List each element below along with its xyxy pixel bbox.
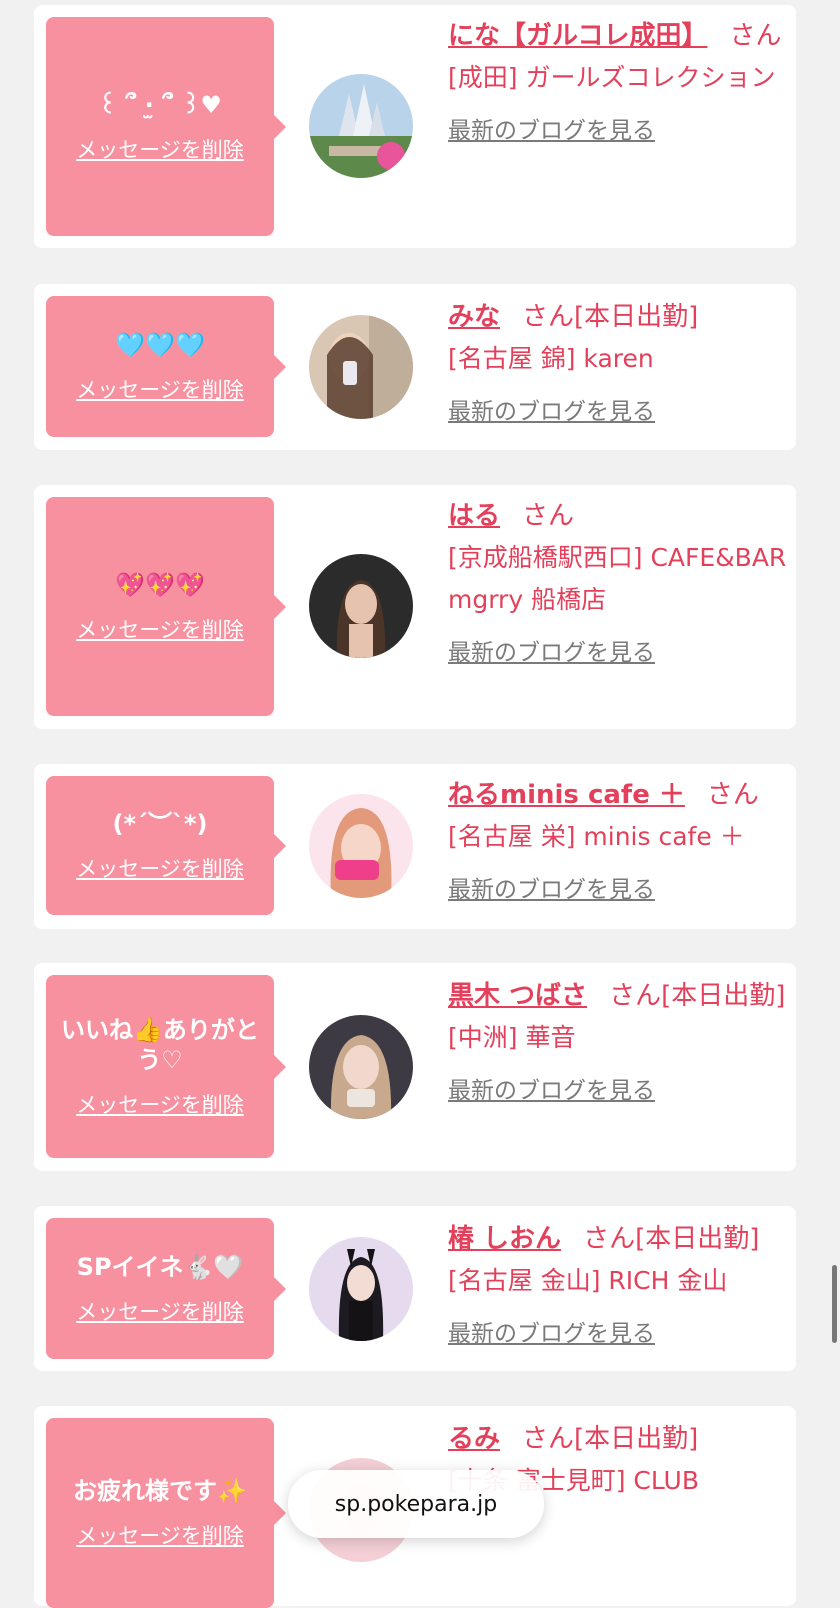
message-bubble: ꒰ ՞ ·̫ ՞ ꒱♥ メッセージを削除 [46, 17, 286, 236]
delete-message-link[interactable]: メッセージを削除 [76, 1296, 244, 1326]
message-card: 🩵🩵🩵 メッセージを削除 みな さん[本日出勤] [名古屋 錦] karen 最新… [34, 284, 796, 450]
delete-message-link[interactable]: メッセージを削除 [76, 853, 244, 883]
honorific: さん [609, 981, 662, 1011]
latest-blog-link[interactable]: 最新のブログを見る [448, 633, 655, 667]
cast-name-link[interactable]: みな [448, 302, 500, 332]
latest-blog-link[interactable]: 最新のブログを見る [448, 111, 655, 145]
message-text: ꒰ ՞ ·̫ ՞ ꒱♥ [98, 90, 222, 119]
message-bubble: SPイイネ🐇🤍 メッセージを削除 [46, 1218, 286, 1359]
message-text: (*´︶`*) [112, 809, 208, 838]
avatar[interactable] [309, 74, 413, 178]
status-badge: [本日出勤] [635, 1224, 760, 1254]
shop-name: [京成船橋駅西口] CAFE&BAR mgrry 船橋店 [448, 543, 787, 614]
cast-name-link[interactable]: るみ [448, 1424, 500, 1454]
cast-info: ねるminis cafe ＋ さん [名古屋 栄] minis cafe ＋ 最新… [448, 774, 788, 904]
honorific: さん [706, 780, 759, 810]
cast-name-link[interactable]: にな【ガルコレ成田】 [448, 21, 707, 51]
message-bubble: 🩵🩵🩵 メッセージを削除 [46, 296, 286, 437]
shop-name: [中洲] 華音 [448, 1023, 576, 1052]
delete-message-link[interactable]: メッセージを削除 [76, 374, 244, 404]
cast-name-link[interactable]: はる [448, 501, 500, 531]
message-text: 🩵🩵🩵 [115, 330, 205, 359]
message-card: 💖💖💖 メッセージを削除 はる さん [京成船橋駅西口] CAFE&BAR mgr… [34, 485, 796, 729]
url-text: sp.pokepara.jp [334, 1491, 498, 1517]
honorific: さん [522, 1424, 575, 1454]
shop-name: [名古屋 栄] minis cafe ＋ [448, 822, 745, 851]
avatar[interactable] [309, 794, 413, 898]
latest-blog-link[interactable]: 最新のブログを見る [448, 870, 655, 904]
latest-blog-link[interactable]: 最新のブログを見る [448, 1071, 655, 1105]
cast-info: はる さん [京成船橋駅西口] CAFE&BAR mgrry 船橋店 最新のブログ… [448, 495, 788, 667]
cast-info: 黒木 つばさ さん[本日出勤] [中洲] 華音 最新のブログを見る [448, 975, 788, 1105]
message-text: いいね👍ありがとう♡ [61, 1015, 259, 1074]
delete-message-link[interactable]: メッセージを削除 [76, 1520, 244, 1550]
honorific: さん [729, 21, 782, 51]
scrollbar[interactable] [832, 1265, 837, 1343]
delete-message-link[interactable]: メッセージを削除 [76, 134, 244, 164]
latest-blog-link[interactable]: 最新のブログを見る [448, 1314, 655, 1348]
message-bubble: 💖💖💖 メッセージを削除 [46, 497, 286, 716]
message-card: ꒰ ՞ ·̫ ՞ ꒱♥ メッセージを削除 にな【ガルコレ成田】 さん [成田] ガ… [34, 5, 796, 248]
honorific: さん [522, 302, 575, 332]
message-card: SPイイネ🐇🤍 メッセージを削除 椿 しおん さん[本日出勤] [名古屋 金山] … [34, 1206, 796, 1371]
delete-message-link[interactable]: メッセージを削除 [76, 614, 244, 644]
status-badge: [本日出勤] [661, 981, 786, 1011]
shop-name: [名古屋 金山] RICH 金山 [448, 1266, 728, 1295]
status-badge: [本日出勤] [574, 302, 699, 332]
message-text: 💖💖💖 [115, 570, 205, 599]
honorific: さん [522, 501, 575, 531]
message-card: いいね👍ありがとう♡ メッセージを削除 黒木 つばさ さん[本日出勤] [中洲] … [34, 963, 796, 1171]
browser-url-bar[interactable]: sp.pokepara.jp [288, 1470, 544, 1538]
message-bubble: お疲れ様です✨ メッセージを削除 [46, 1418, 286, 1608]
message-bubble: いいね👍ありがとう♡ メッセージを削除 [46, 975, 286, 1158]
cast-name-link[interactable]: ねるminis cafe ＋ [448, 780, 685, 810]
message-bubble: (*´︶`*) メッセージを削除 [46, 776, 286, 915]
latest-blog-link[interactable]: 最新のブログを見る [448, 392, 655, 426]
shop-name: [名古屋 錦] karen [448, 344, 654, 373]
honorific: さん [583, 1224, 636, 1254]
cast-name-link[interactable]: 椿 しおん [448, 1224, 561, 1254]
cast-info: みな さん[本日出勤] [名古屋 錦] karen 最新のブログを見る [448, 296, 788, 426]
shop-name: [成田] ガールズコレクション [448, 63, 776, 92]
status-badge: [本日出勤] [574, 1424, 699, 1454]
cast-name-link[interactable]: 黒木 つばさ [448, 981, 587, 1011]
avatar[interactable] [309, 315, 413, 419]
cast-info: にな【ガルコレ成田】 さん [成田] ガールズコレクション 最新のブログを見る [448, 15, 788, 145]
delete-message-link[interactable]: メッセージを削除 [76, 1089, 244, 1119]
avatar[interactable] [309, 1015, 413, 1119]
avatar[interactable] [309, 554, 413, 658]
avatar[interactable] [309, 1237, 413, 1341]
message-card: (*´︶`*) メッセージを削除 ねるminis cafe ＋ さん [名古屋 栄… [34, 764, 796, 929]
message-text: お疲れ様です✨ [73, 1477, 247, 1505]
message-text: SPイイネ🐇🤍 [76, 1252, 244, 1281]
cast-info: 椿 しおん さん[本日出勤] [名古屋 金山] RICH 金山 最新のブログを見る [448, 1218, 788, 1348]
